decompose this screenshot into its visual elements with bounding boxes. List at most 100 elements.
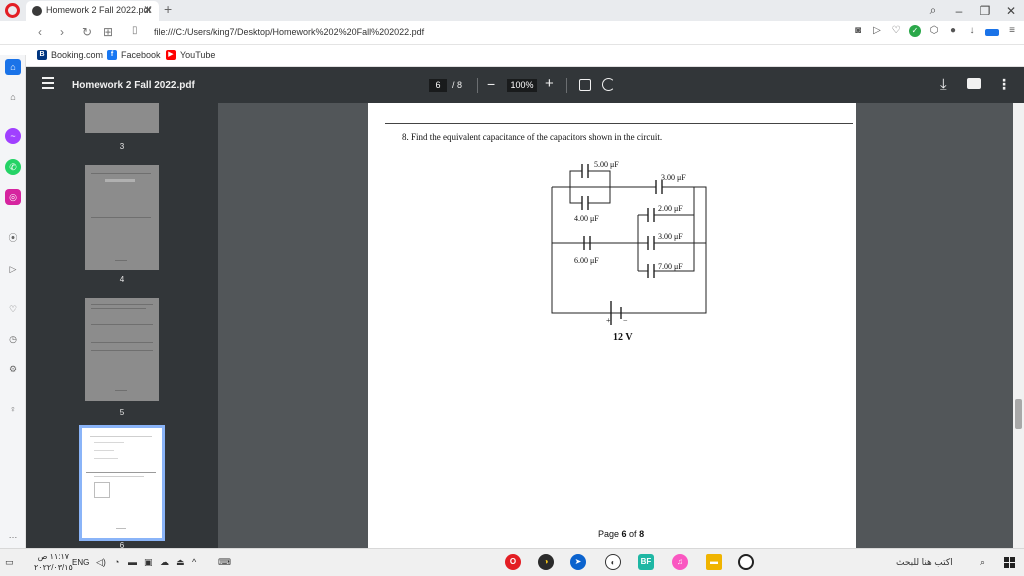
thumbnail-page-5[interactable] xyxy=(85,298,159,401)
thumbnail-number: 5 xyxy=(119,408,125,417)
url-field[interactable]: file:///C:/Users/king7/Desktop/Homework%… xyxy=(154,27,424,37)
app-taskbar-icon[interactable]: ◑ xyxy=(538,554,554,570)
rotate-icon[interactable] xyxy=(602,78,615,91)
maximize-icon[interactable]: ❐ xyxy=(972,4,998,18)
page-number-input[interactable]: 6 xyxy=(429,79,447,92)
fit-page-icon[interactable] xyxy=(579,79,591,91)
capacitor-label: 4.00 μF xyxy=(574,214,599,223)
capacitor-label: 2.00 μF xyxy=(658,204,683,213)
vpn-icon[interactable]: ✓ xyxy=(909,25,921,37)
address-bar-actions: ◙ ▷ ♡ ✓ ⬡ ● ↓ ≡ xyxy=(852,24,1018,38)
thumbnail-page-6[interactable] xyxy=(79,425,165,541)
capacitor-label: 5.00 μF xyxy=(594,160,619,169)
print-icon[interactable] xyxy=(967,78,981,89)
heart-icon[interactable]: ♡ xyxy=(890,24,902,38)
onedrive-icon[interactable]: ☁ xyxy=(160,557,169,568)
thumbnail-page-3[interactable] xyxy=(85,103,159,133)
search-icon[interactable]: ⌕ xyxy=(980,557,985,568)
booking-icon: B xyxy=(37,50,47,60)
itunes-taskbar-icon[interactable]: ♫ xyxy=(672,554,688,570)
search-tabs-icon[interactable]: ⌕ xyxy=(920,3,946,18)
profile-icon[interactable]: ● xyxy=(947,24,959,38)
speed-dial-icon[interactable]: ⌂ xyxy=(5,89,21,105)
volume-icon[interactable]: ◁) xyxy=(96,557,106,568)
opera-logo-icon[interactable] xyxy=(5,3,20,18)
pdf-toolbar: Homework 2 Fall 2022.pdf 6 / 8 − 100% + … xyxy=(26,67,1024,103)
more-options-icon[interactable]: ⋮ xyxy=(997,76,1011,93)
home-icon[interactable]: ⌂ xyxy=(5,59,21,75)
back-icon[interactable]: ‹ xyxy=(38,25,42,39)
bookmark-facebook[interactable]: f Facebook xyxy=(107,50,161,60)
messenger-icon[interactable]: ~ xyxy=(5,128,21,144)
steam-taskbar-icon[interactable]: ◐ xyxy=(605,554,621,570)
bookmark-label: Facebook xyxy=(121,50,161,60)
battery-icon[interactable] xyxy=(985,29,999,36)
vpn-taskbar-icon[interactable]: ➤ xyxy=(570,554,586,570)
tab-favicon-icon xyxy=(32,6,42,16)
close-window-icon[interactable]: ✕ xyxy=(998,4,1024,18)
page-total: / 8 xyxy=(452,80,463,90)
thumbnail-page-4[interactable] xyxy=(85,165,159,270)
bookmark-booking[interactable]: B Booking.com xyxy=(37,50,103,60)
cube-icon[interactable]: ⬡ xyxy=(928,24,940,38)
address-bar: ‹ › ↻ ⊞ ▯ file:///C:/Users/king7/Desktop… xyxy=(0,21,1024,45)
clock-time: ١١:١٧ ص xyxy=(37,552,70,561)
more-icon[interactable]: … xyxy=(5,527,21,543)
clock-date: ٢٠٢٢/٠٣/١٥ xyxy=(34,563,73,572)
pdf-title: Homework 2 Fall 2022.pdf xyxy=(72,80,195,91)
language-indicator[interactable]: ENG xyxy=(72,558,89,567)
speed-dial-icon[interactable]: ⊞ xyxy=(103,25,113,39)
reload-icon[interactable]: ↻ xyxy=(82,25,92,39)
easy-setup-icon[interactable]: ≡ xyxy=(1006,24,1018,38)
send-icon[interactable]: ▷ xyxy=(871,24,883,38)
menu-icon[interactable] xyxy=(42,77,54,89)
windows-start-icon[interactable] xyxy=(1004,557,1016,569)
zoom-in-button[interactable]: + xyxy=(545,75,554,92)
capacitor-label: 7.00 μF xyxy=(658,262,683,271)
download-icon[interactable]: ⤓ xyxy=(940,76,947,93)
toolbar-divider xyxy=(566,78,567,93)
player-icon[interactable]: ⦿ xyxy=(5,230,21,246)
heart-icon[interactable]: ♡ xyxy=(5,301,21,317)
settings-gear-icon[interactable]: ⚙ xyxy=(5,361,21,377)
keyboard-icon[interactable]: ⌨ xyxy=(218,557,231,568)
instagram-icon[interactable]: ◎ xyxy=(5,189,21,205)
battery-tray-icon[interactable]: ▬ xyxy=(128,557,137,567)
browser-tab[interactable]: Homework 2 Fall 2022.pdf ✕ xyxy=(26,1,159,21)
minimize-icon[interactable]: – xyxy=(946,4,972,18)
new-tab-button[interactable]: + xyxy=(164,1,172,17)
forward-icon[interactable]: › xyxy=(60,25,64,39)
cortana-icon[interactable] xyxy=(738,554,754,570)
tray-expand-icon[interactable]: ^ xyxy=(192,557,196,567)
viewer-scrollbar[interactable] xyxy=(1013,103,1024,548)
download-icon[interactable]: ↓ xyxy=(966,24,978,38)
wifi-icon[interactable]: ◔ xyxy=(114,557,119,567)
bf-taskbar-icon[interactable]: BF xyxy=(638,554,654,570)
file-explorer-icon[interactable]: ▬ xyxy=(706,554,722,570)
monitor-icon[interactable]: ▣ xyxy=(144,557,153,568)
clock[interactable]: ١١:١٧ ص ٢٠٢٢/٠٣/١٥ xyxy=(34,551,73,573)
pdf-page: 8. Find the equivalent capacitance of th… xyxy=(368,103,856,548)
bookmark-youtube[interactable]: ▶ YouTube xyxy=(166,50,215,60)
thumbnail-number: 6 xyxy=(119,541,125,548)
notifications-icon[interactable]: ▭ xyxy=(5,557,14,568)
capacitor-label: 3.00 μF xyxy=(658,232,683,241)
document-viewer[interactable]: 8. Find the equivalent capacitance of th… xyxy=(218,103,1024,548)
facebook-icon: f xyxy=(107,50,117,60)
zoom-input[interactable]: 100% xyxy=(507,79,537,92)
tab-close-icon[interactable]: ✕ xyxy=(143,3,153,17)
thumbnail-pane: 3 4 5 6 xyxy=(26,103,218,548)
thumbnail-number: 4 xyxy=(119,275,125,284)
opera-taskbar-icon[interactable]: O xyxy=(505,554,521,570)
zoom-out-button[interactable]: − xyxy=(487,76,495,92)
tab-title: Homework 2 Fall 2022.pdf xyxy=(46,5,152,15)
scrollbar-thumb[interactable] xyxy=(1015,399,1022,429)
tips-bulb-icon[interactable]: ♀ xyxy=(5,401,21,417)
history-icon[interactable]: ◷ xyxy=(5,331,21,347)
camera-icon[interactable]: ◙ xyxy=(852,24,864,38)
capacitor-label: 6.00 μF xyxy=(574,256,599,265)
whatsapp-icon[interactable]: ✆ xyxy=(5,159,21,175)
search-input[interactable]: اكتب هنا للبحث xyxy=(896,557,953,568)
send-icon[interactable]: ▷ xyxy=(5,261,21,277)
usb-icon[interactable]: ⏏ xyxy=(176,557,185,568)
